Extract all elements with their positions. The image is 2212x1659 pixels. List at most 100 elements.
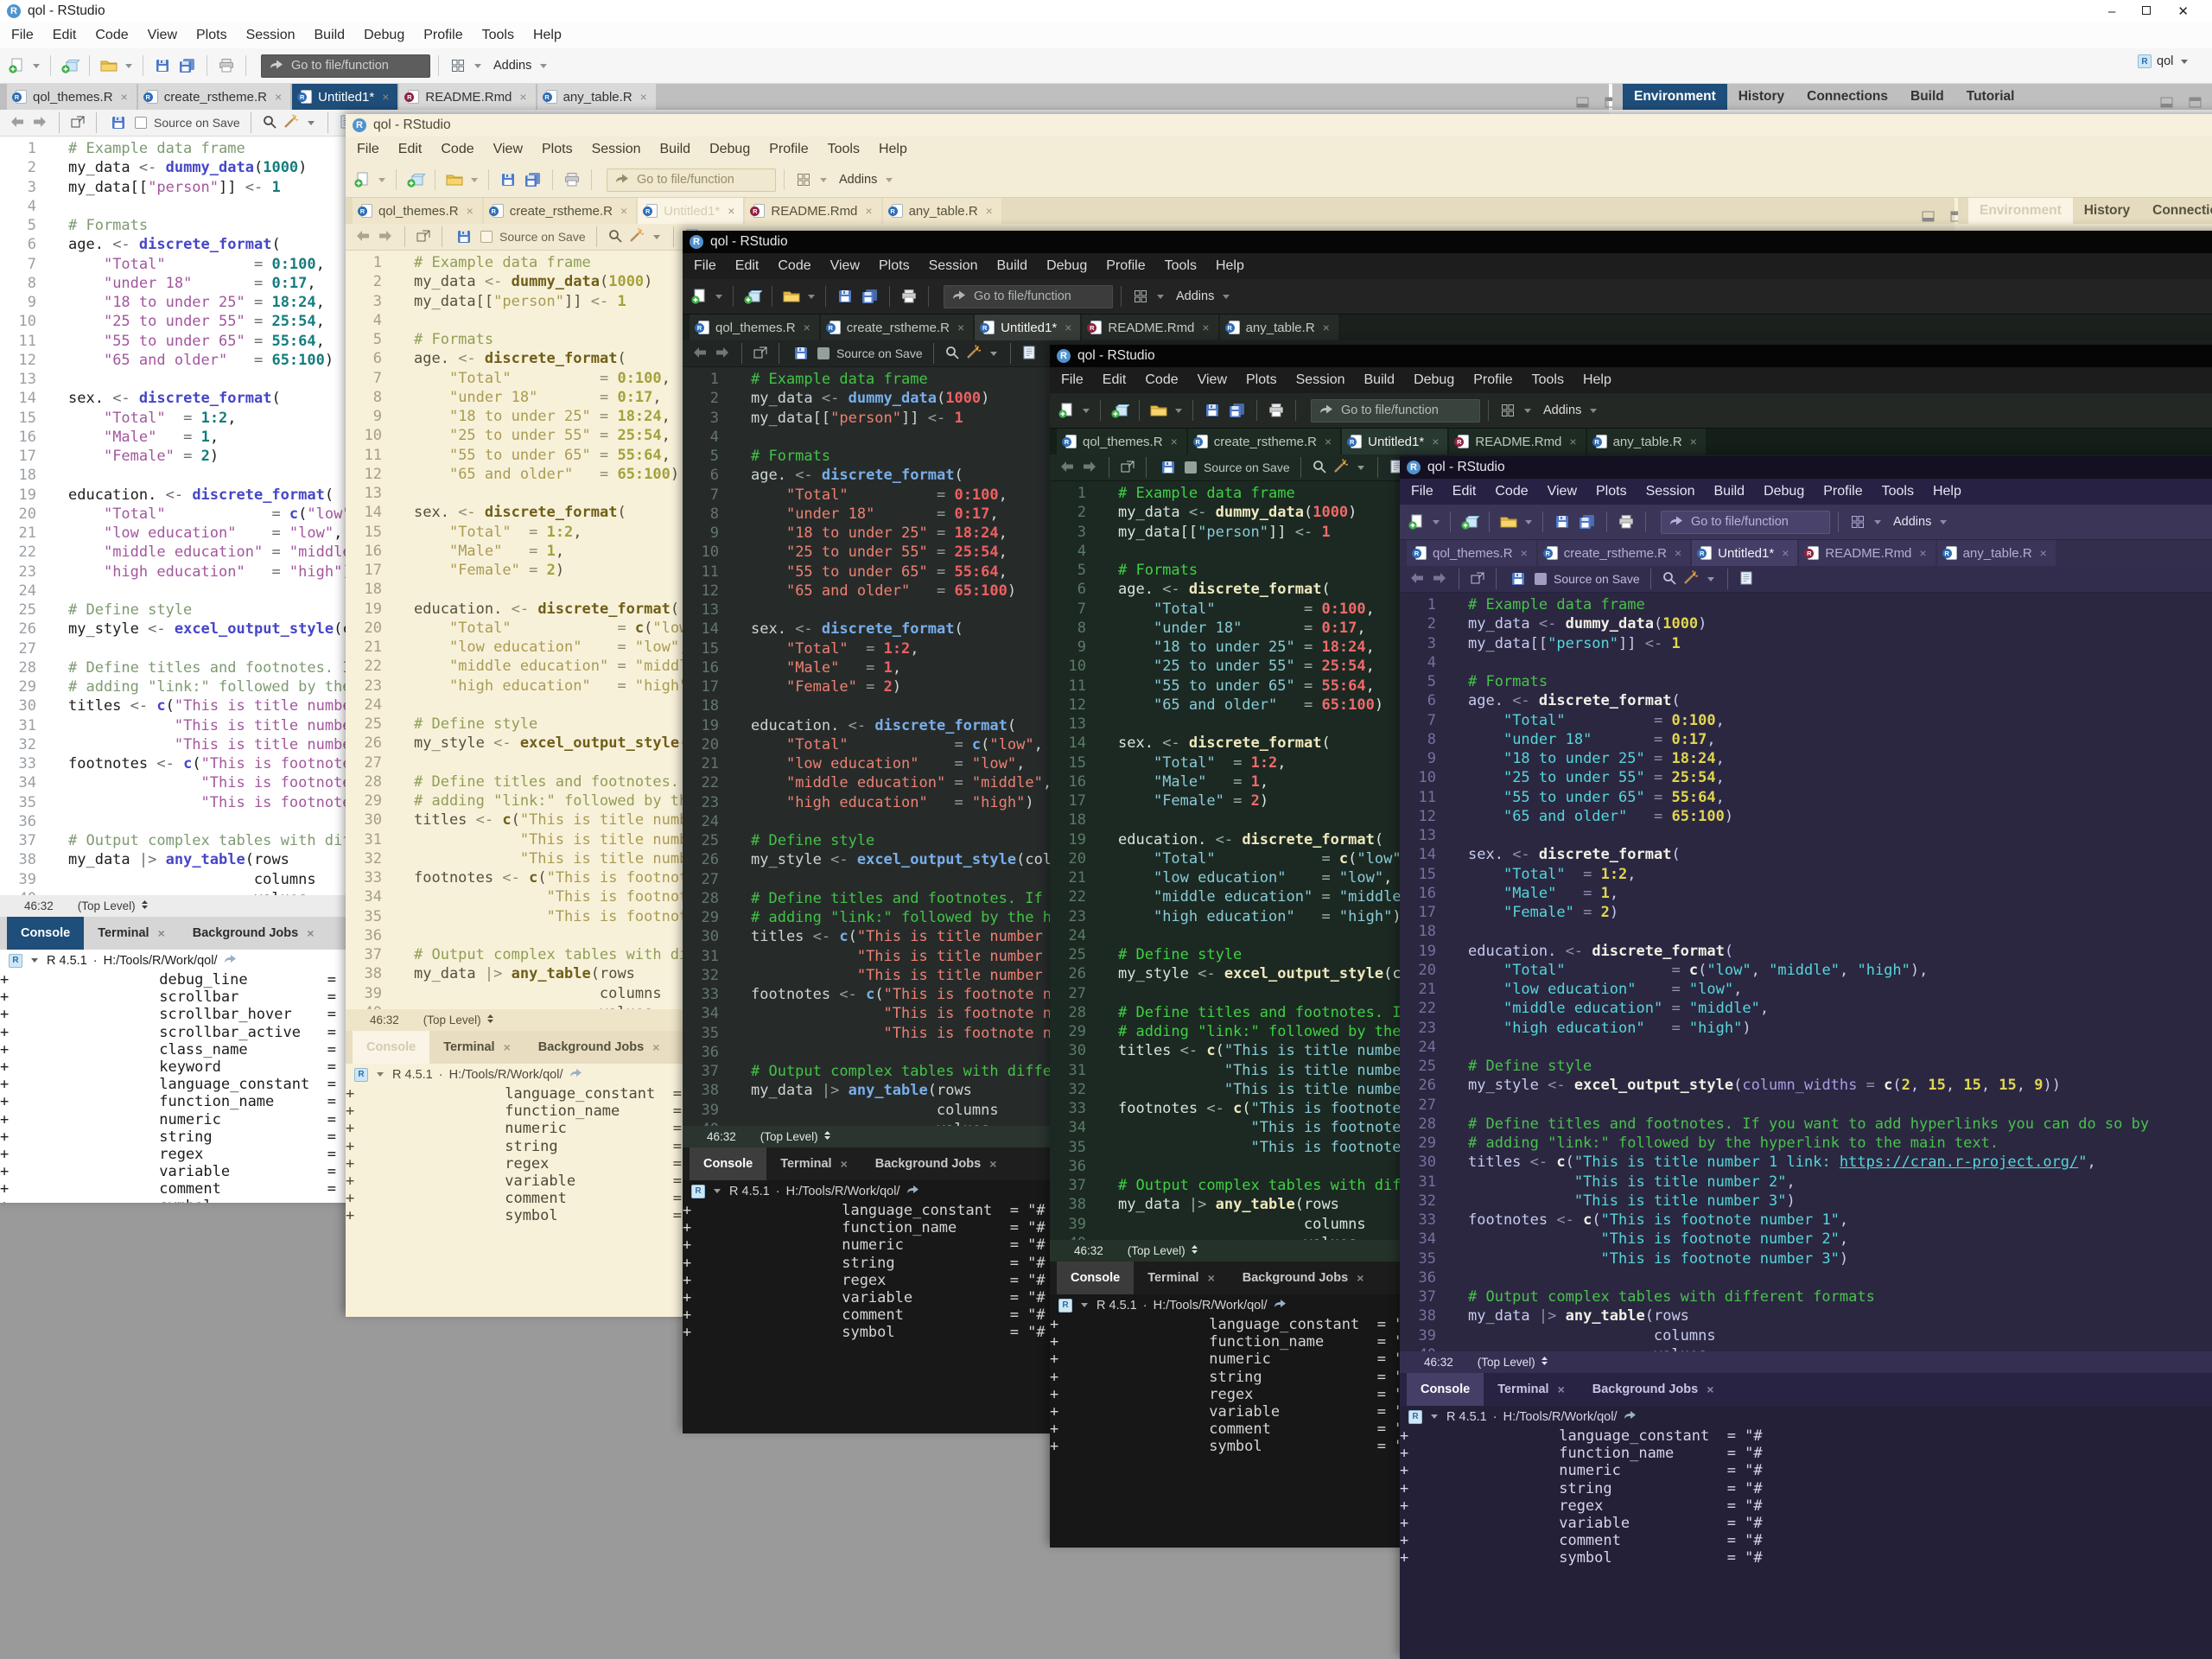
menu-edit[interactable]: Edit bbox=[1093, 372, 1136, 388]
save-source-icon[interactable] bbox=[1507, 568, 1529, 590]
close-tab-icon[interactable]: × bbox=[640, 90, 647, 104]
scope-selector[interactable]: (Top Level) bbox=[78, 899, 149, 912]
goto-file-input[interactable]: Go to file/function bbox=[607, 168, 776, 192]
file-tab-untitled1-[interactable]: RUntitled1*× bbox=[292, 84, 397, 110]
console-tab-console[interactable]: Console bbox=[690, 1147, 766, 1180]
console-tab-console[interactable]: Console bbox=[1407, 1373, 1484, 1406]
addins-button[interactable]: Addins bbox=[839, 173, 877, 187]
menu-view[interactable]: View bbox=[138, 28, 187, 43]
file-tab-qol-themes-r[interactable]: Rqol_themes.R× bbox=[690, 315, 819, 340]
menu-file[interactable]: File bbox=[1052, 372, 1093, 388]
minimize-button[interactable]: – bbox=[2108, 4, 2115, 19]
pane-layout-icon[interactable] bbox=[1129, 285, 1152, 308]
menu-edit[interactable]: Edit bbox=[726, 258, 769, 274]
title-bar[interactable]: Rqol - RStudio–✕ bbox=[1050, 345, 2212, 367]
code-tools-icon[interactable] bbox=[283, 114, 300, 132]
back-icon[interactable] bbox=[1058, 460, 1076, 476]
menu-build[interactable]: Build bbox=[1355, 372, 1405, 388]
pane-tab-connections[interactable]: Connections bbox=[1796, 84, 1899, 110]
menu-tools[interactable]: Tools bbox=[1155, 258, 1206, 274]
menu-tools[interactable]: Tools bbox=[818, 142, 869, 157]
menu-code[interactable]: Code bbox=[1135, 372, 1187, 388]
search-icon[interactable] bbox=[607, 228, 623, 246]
addins-button[interactable]: Addins bbox=[493, 59, 531, 73]
pane-tab-connections[interactable]: Connections bbox=[2141, 198, 2212, 224]
back-icon[interactable] bbox=[9, 115, 26, 131]
menu-edit[interactable]: Edit bbox=[1443, 484, 1486, 499]
print-icon[interactable] bbox=[215, 54, 238, 77]
file-tab-any-table-r[interactable]: Rany_table.R× bbox=[1587, 429, 1706, 454]
pane-layout-icon[interactable] bbox=[447, 54, 469, 77]
menu-tools[interactable]: Tools bbox=[473, 28, 524, 43]
close-tab-icon[interactable]: × bbox=[989, 1157, 996, 1171]
popout-icon[interactable] bbox=[1470, 571, 1485, 588]
minimize-pane-icon[interactable] bbox=[2155, 91, 2177, 113]
title-bar[interactable]: Rqol - RStudio–✕ bbox=[1400, 456, 2212, 479]
menu-session[interactable]: Session bbox=[237, 28, 305, 43]
console-tab-terminal[interactable]: Terminal× bbox=[1484, 1373, 1579, 1406]
source-on-save-checkbox[interactable] bbox=[1185, 461, 1197, 474]
file-tab-create-rstheme-r[interactable]: Rcreate_rstheme.R× bbox=[1188, 429, 1340, 454]
menu-tools[interactable]: Tools bbox=[1872, 484, 1923, 499]
close-tab-icon[interactable]: × bbox=[1323, 321, 1330, 334]
pane-layout-icon[interactable] bbox=[1847, 511, 1869, 533]
code-editor[interactable]: 1# Example data frame2my_data <- dummy_d… bbox=[1400, 593, 2212, 1351]
save-source-icon[interactable] bbox=[107, 111, 130, 134]
file-tab-create-rstheme-r[interactable]: Rcreate_rstheme.R× bbox=[1538, 540, 1690, 566]
console-tab-background-jobs[interactable]: Background Jobs× bbox=[1229, 1262, 1378, 1294]
close-tab-icon[interactable]: × bbox=[1208, 1271, 1215, 1285]
save-all-icon[interactable] bbox=[522, 168, 544, 191]
search-icon[interactable] bbox=[944, 345, 960, 363]
close-tab-icon[interactable]: × bbox=[1558, 1382, 1565, 1396]
menu-build[interactable]: Build bbox=[305, 28, 355, 43]
compile-notebook-icon[interactable] bbox=[1738, 570, 1754, 588]
forward-icon[interactable] bbox=[714, 346, 731, 362]
goto-file-input[interactable]: Go to file/function bbox=[1311, 399, 1480, 423]
search-icon[interactable] bbox=[1312, 459, 1327, 477]
addins-button[interactable]: Addins bbox=[1543, 404, 1581, 417]
menu-code[interactable]: Code bbox=[768, 258, 820, 274]
menu-plots[interactable]: Plots bbox=[187, 28, 237, 43]
compile-notebook-icon[interactable] bbox=[1021, 345, 1037, 363]
close-tab-icon[interactable]: × bbox=[467, 204, 474, 218]
back-icon[interactable] bbox=[691, 346, 709, 362]
goto-directory-icon[interactable] bbox=[569, 1068, 582, 1082]
file-tab-qol-themes-r[interactable]: Rqol_themes.R× bbox=[7, 84, 137, 110]
source-on-save-checkbox[interactable] bbox=[1535, 573, 1547, 585]
project-menu-button[interactable]: Rqol bbox=[2138, 54, 2190, 68]
menu-file[interactable]: File bbox=[2, 28, 43, 43]
save-all-icon[interactable] bbox=[176, 54, 199, 77]
console-tab-console[interactable]: Console bbox=[7, 917, 84, 950]
save-all-icon[interactable] bbox=[1576, 511, 1599, 533]
scope-selector[interactable]: (Top Level) bbox=[1128, 1244, 1198, 1257]
print-icon[interactable] bbox=[1615, 511, 1637, 533]
menu-build[interactable]: Build bbox=[1705, 484, 1755, 499]
menu-session[interactable]: Session bbox=[1637, 484, 1705, 499]
menu-session[interactable]: Session bbox=[919, 258, 988, 274]
file-tab-qol-themes-r[interactable]: Rqol_themes.R× bbox=[353, 198, 482, 224]
maximize-pane-icon[interactable] bbox=[2183, 91, 2206, 113]
forward-icon[interactable] bbox=[1431, 571, 1448, 588]
pane-tab-environment[interactable]: Environment bbox=[1968, 198, 2073, 224]
forward-icon[interactable] bbox=[377, 229, 394, 245]
file-tab-readme-rmd[interactable]: RREADME.Rmd× bbox=[1799, 540, 1935, 566]
menu-build[interactable]: Build bbox=[988, 258, 1038, 274]
new-file-icon[interactable] bbox=[1405, 511, 1427, 533]
scope-selector[interactable]: (Top Level) bbox=[423, 1014, 494, 1027]
file-tab-untitled1-[interactable]: RUntitled1*× bbox=[975, 315, 1080, 340]
menu-code[interactable]: Code bbox=[431, 142, 483, 157]
file-tab-readme-rmd[interactable]: RREADME.Rmd× bbox=[399, 84, 535, 110]
file-tab-readme-rmd[interactable]: RREADME.Rmd× bbox=[745, 198, 880, 224]
new-project-icon[interactable] bbox=[1459, 511, 1481, 533]
code-tools-icon[interactable] bbox=[965, 345, 982, 363]
popout-icon[interactable] bbox=[70, 115, 86, 131]
close-tab-icon[interactable]: × bbox=[620, 204, 627, 218]
file-tab-any-table-r[interactable]: Rany_table.R× bbox=[537, 84, 656, 110]
save-icon[interactable] bbox=[1551, 511, 1573, 533]
scope-selector[interactable]: (Top Level) bbox=[760, 1130, 831, 1143]
save-icon[interactable] bbox=[497, 168, 519, 191]
code-tools-icon[interactable] bbox=[1682, 570, 1700, 588]
file-tab-create-rstheme-r[interactable]: Rcreate_rstheme.R× bbox=[821, 315, 973, 340]
new-file-icon[interactable] bbox=[351, 168, 373, 191]
menu-edit[interactable]: Edit bbox=[389, 142, 432, 157]
